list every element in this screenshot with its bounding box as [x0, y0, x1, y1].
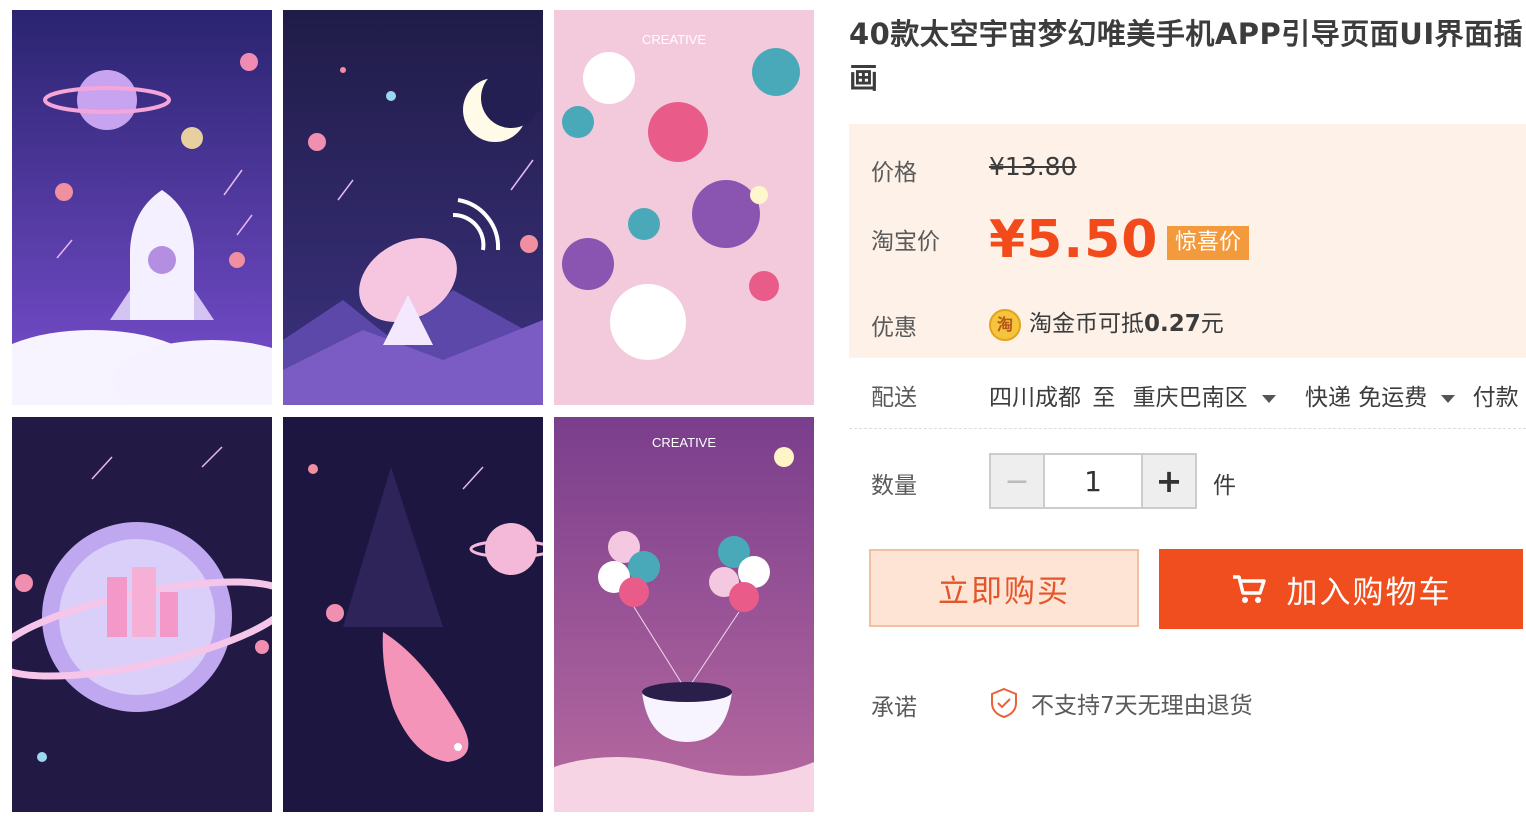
promo-label: 优惠 — [871, 315, 917, 341]
product-image-gallery: CREATIVE CREATIVE — [12, 10, 814, 812]
delivery-method[interactable]: 快递 免运费 — [1305, 385, 1427, 411]
delivery-info: 四川成都 至 重庆巴南区 快递 免运费 付款 — [989, 378, 1526, 412]
chevron-down-icon[interactable] — [1441, 394, 1456, 403]
add-to-cart-button[interactable]: 加入购物车 — [1159, 549, 1523, 629]
shield-check-icon — [991, 687, 1017, 719]
original-price: ¥13.80 — [989, 152, 1077, 181]
add-to-cart-label: 加入购物车 — [1286, 574, 1452, 611]
promo-unit: 元 — [1200, 311, 1224, 337]
taobao-price-label: 淘宝价 — [871, 229, 940, 255]
delivery-to-word: 至 — [1092, 385, 1116, 411]
quantity-unit: 件 — [1213, 473, 1236, 499]
buy-now-button[interactable]: 立即购买 — [869, 549, 1139, 627]
promise-label: 承诺 — [871, 695, 917, 721]
quantity-minus-button[interactable]: − — [991, 455, 1043, 507]
taobao-price: ¥5.50 — [989, 210, 1159, 270]
price-divider — [849, 288, 1526, 289]
quantity-label: 数量 — [871, 473, 917, 499]
satellite-moon-illustration[interactable] — [283, 10, 543, 405]
product-title: 40款太空宇宙梦幻唯美手机APP引导页面UI界面插画 — [849, 17, 1524, 95]
rocket-space-illustration[interactable] — [12, 10, 272, 405]
promo-text: 淘金币可抵 — [1029, 311, 1144, 337]
chevron-down-icon[interactable] — [1261, 394, 1276, 403]
promo-info: 淘淘金币可抵0.27元 — [989, 304, 1224, 341]
delivery-from: 四川成都 — [989, 385, 1081, 411]
promise-info: 不支持7天无理由退货 — [989, 686, 1253, 720]
minus-icon: − — [1004, 463, 1030, 499]
shopping-cart-icon — [1232, 575, 1266, 603]
quantity-stepper: − 1 + — [989, 453, 1197, 509]
product-info-panel: 40款太空宇宙梦幻唯美手机APP引导页面UI界面插画 价格 ¥13.80 淘宝价… — [849, 0, 1526, 816]
surprise-price-badge: 惊喜价 — [1167, 226, 1250, 260]
creative-watermark: CREATIVE — [642, 32, 706, 47]
section-divider — [849, 428, 1526, 429]
whale-stars-illustration[interactable] — [283, 417, 543, 812]
balloons-girl-illustration[interactable]: CREATIVE — [554, 417, 814, 812]
promo-amount: 0.27 — [1144, 311, 1201, 337]
delivery-payment: 付款 — [1472, 385, 1519, 411]
quantity-input[interactable]: 1 — [1043, 455, 1143, 507]
delivery-destination[interactable]: 重庆巴南区 — [1133, 385, 1248, 411]
plus-icon: + — [1155, 462, 1183, 500]
planet-city-illustration[interactable] — [12, 417, 272, 812]
price-label: 价格 — [871, 160, 917, 186]
promise-text: 不支持7天无理由退货 — [1031, 693, 1253, 719]
creative-watermark: CREATIVE — [652, 435, 716, 450]
pink-bubbles-illustration[interactable]: CREATIVE — [554, 10, 814, 405]
taobao-coin-icon: 淘 — [989, 308, 1021, 341]
quantity-plus-button[interactable]: + — [1143, 455, 1195, 507]
delivery-label: 配送 — [871, 385, 917, 411]
